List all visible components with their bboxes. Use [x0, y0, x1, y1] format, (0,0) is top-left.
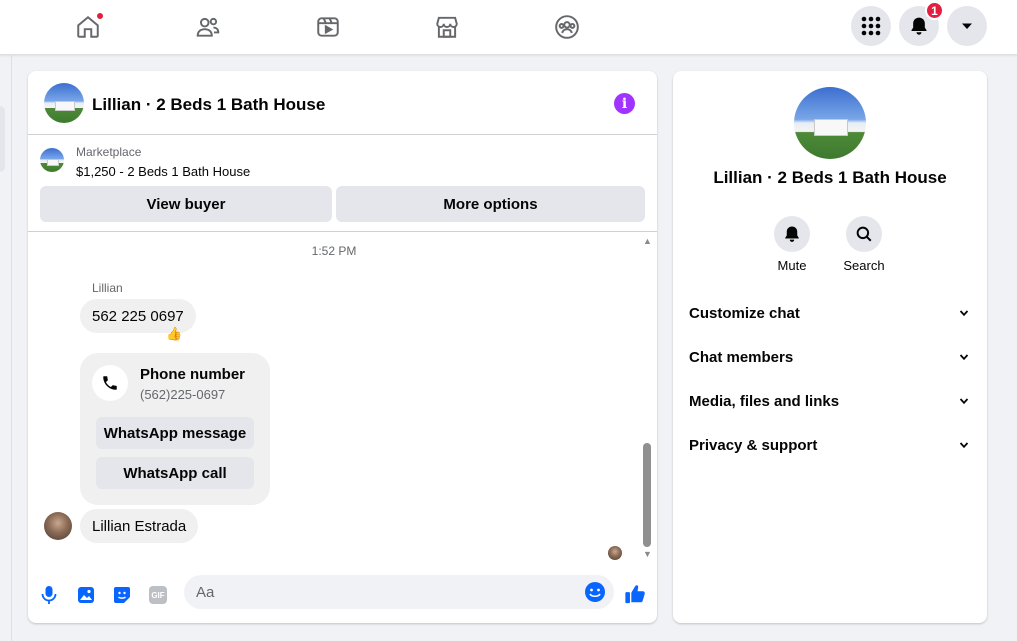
message-bubble[interactable]: Lillian Estrada	[80, 509, 199, 543]
chat-header: Lillian · 2 Beds 1 Bath House i	[28, 71, 657, 135]
chevron-down-icon	[957, 438, 971, 452]
marketplace-listing-bar: Marketplace $1,250 - 2 Beds 1 Bath House…	[28, 136, 657, 232]
message-text: 562 225 0697	[92, 307, 184, 325]
mute-button[interactable]: Mute	[762, 216, 822, 273]
chat-avatar[interactable]	[44, 83, 84, 123]
media-files-links-section[interactable]: Media, files and links	[681, 381, 979, 421]
marketplace-label: Marketplace	[76, 145, 142, 159]
more-options-button[interactable]: More options	[336, 186, 645, 222]
chevron-down-icon	[957, 350, 971, 364]
notifications-button[interactable]: 1	[899, 1, 944, 46]
phone-icon	[92, 365, 128, 401]
account-menu-button[interactable]	[947, 6, 987, 46]
card-phone-number: (562)225-0697	[140, 387, 226, 402]
notification-dot	[96, 12, 104, 20]
listing-thumbnail[interactable]	[40, 148, 64, 172]
customize-chat-section[interactable]: Customize chat	[681, 293, 979, 333]
sticker-icon[interactable]	[111, 584, 133, 606]
chat-members-section[interactable]: Chat members	[681, 337, 979, 377]
info-icon[interactable]: i	[614, 93, 635, 114]
section-label: Media, files and links	[689, 392, 840, 410]
search-label: Search	[843, 258, 885, 273]
card-title: Phone number	[140, 366, 246, 383]
message-input-box[interactable]	[184, 575, 614, 609]
divider	[11, 55, 12, 641]
sender-avatar[interactable]	[44, 512, 72, 540]
section-label: Customize chat	[689, 304, 800, 322]
conversation-info-panel: Lillian · 2 Beds 1 Bath House Mute Searc…	[673, 71, 987, 623]
home-icon[interactable]	[73, 12, 104, 42]
bell-icon	[911, 17, 927, 35]
like-icon[interactable]	[623, 582, 647, 606]
friends-icon[interactable]	[193, 12, 223, 42]
scroll-up-arrow[interactable]: ▲	[643, 237, 652, 246]
listing-title[interactable]: $1,250 - 2 Beds 1 Bath House	[76, 164, 250, 179]
mute-label: Mute	[777, 258, 807, 273]
photo-icon[interactable]	[75, 584, 97, 606]
caret-down-icon	[962, 23, 972, 29]
message-input[interactable]	[196, 575, 576, 609]
groups-icon[interactable]	[552, 12, 582, 42]
conversation-name: Lillian · 2 Beds 1 Bath House	[713, 168, 947, 187]
collapsed-sidebar-tab[interactable]	[0, 106, 5, 172]
section-label: Privacy & support	[689, 436, 818, 454]
whatsapp-message-button[interactable]: WhatsApp message	[96, 417, 254, 449]
microphone-icon[interactable]	[38, 584, 60, 606]
marketplace-icon[interactable]	[432, 12, 462, 42]
emoji-icon[interactable]	[584, 581, 606, 603]
seen-receipt-avatar	[608, 546, 622, 560]
search-icon	[846, 216, 882, 252]
bell-icon	[774, 216, 810, 252]
message-composer: GIF	[28, 568, 657, 623]
gif-icon[interactable]: GIF	[147, 584, 169, 606]
sender-name: Lillian	[92, 281, 123, 295]
privacy-support-section[interactable]: Privacy & support	[681, 425, 979, 465]
grid-menu-icon[interactable]	[851, 6, 891, 46]
section-label: Chat members	[689, 348, 794, 366]
chat-panel: Lillian · 2 Beds 1 Bath House i Marketpl…	[28, 71, 657, 623]
top-navigation-bar: 1	[0, 0, 1017, 55]
thumbs-up-reaction-icon[interactable]: 👍	[166, 326, 182, 342]
scroll-down-arrow[interactable]: ▼	[643, 550, 652, 559]
chat-title[interactable]: Lillian · 2 Beds 1 Bath House	[92, 95, 325, 115]
message-list[interactable]: 1:52 PM Lillian 562 225 0697 👍 Phone num…	[28, 233, 657, 568]
gif-label: GIF	[149, 586, 167, 604]
message-timestamp: 1:52 PM	[311, 244, 357, 258]
view-buyer-button[interactable]: View buyer	[40, 186, 332, 222]
whatsapp-call-button[interactable]: WhatsApp call	[96, 457, 254, 489]
phone-number-card: Phone number (562)225-0697 WhatsApp mess…	[80, 353, 270, 505]
notifications-badge: 1	[925, 1, 944, 20]
scrollbar-thumb[interactable]	[643, 443, 651, 547]
chevron-down-icon	[957, 394, 971, 408]
message-text: Lillian Estrada	[92, 517, 187, 535]
video-icon[interactable]	[313, 12, 343, 42]
search-button[interactable]: Search	[834, 216, 894, 273]
conversation-avatar[interactable]	[794, 87, 866, 159]
chevron-down-icon	[957, 306, 971, 320]
